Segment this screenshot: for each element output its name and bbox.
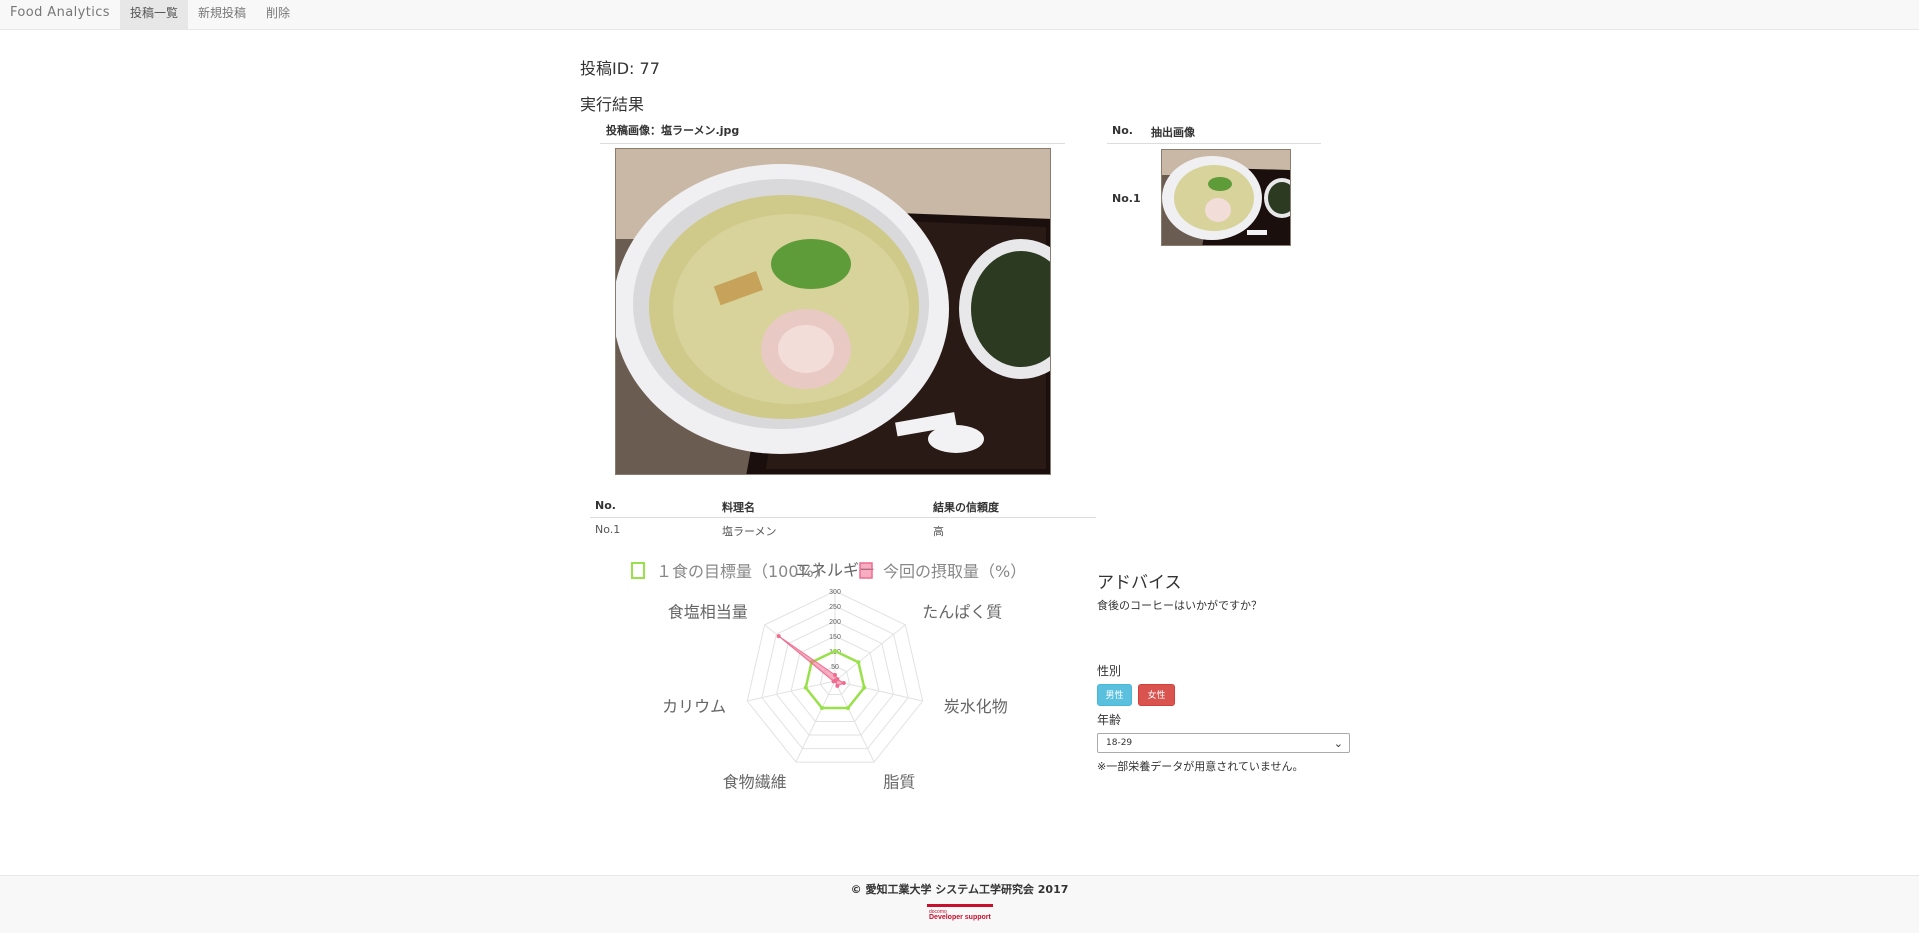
advice-heading: アドバイス	[1097, 573, 1182, 593]
nutrition-radar-chart: 50100150200250300エネルギーたんぱく質炭水化物脂質食物繊維カリウ…	[620, 555, 1060, 820]
docomo-developer-support-logo[interactable]: docomo Developer support	[927, 904, 993, 921]
gender-label: 性別	[1097, 664, 1122, 678]
radar-point	[831, 679, 836, 684]
result-header-dish: 料理名	[722, 501, 755, 514]
footer-copyright: © 愛知工業大学 システム工学研究会 2017	[850, 883, 1069, 896]
result-row-confidence: 高	[933, 525, 944, 538]
nav-delete[interactable]: 削除	[256, 0, 300, 29]
advice-text: 食後のコーヒーはいかがですか？	[1097, 599, 1262, 612]
radar-point	[846, 706, 851, 711]
radar-axis-label: 食塩相当量	[668, 602, 748, 621]
radar-spoke	[834, 624, 906, 682]
brand-link[interactable]: Food Analytics	[0, 0, 120, 29]
radar-axis-label: カリウム	[662, 697, 726, 716]
radar-tick-label: 150	[829, 634, 841, 641]
radar-point	[776, 634, 781, 639]
extracted-image-thumbnail	[1161, 149, 1291, 246]
legend-intake-label: 今回の摂取量（%）	[883, 562, 1026, 581]
results-heading: 実行結果	[580, 95, 645, 114]
footer: © 愛知工業大学 システム工学研究会 2017 docomo Developer…	[0, 875, 1919, 933]
legend-intake-swatch	[859, 562, 873, 579]
extracted-table-header: No. 抽出画像	[1107, 122, 1321, 144]
table-row: No.1 塩ラーメン 高	[590, 518, 1096, 542]
radar-tick-label: 300	[829, 589, 841, 596]
result-row-dish: 塩ラーメン	[722, 525, 777, 538]
legend-target-label: １食の目標量（100%）	[656, 562, 830, 581]
extracted-images-table: No. 抽出画像 No.1	[1107, 122, 1321, 246]
radar-axis-label: 脂質	[883, 773, 915, 792]
result-header-no: No.	[595, 499, 616, 512]
radar-point	[841, 681, 846, 686]
nutrition-data-note: ※一部栄養データが用意されていません。	[1097, 760, 1304, 773]
extracted-header-image: 抽出画像	[1151, 126, 1195, 139]
age-select-value: 18-29	[1106, 738, 1133, 748]
radar-axis-label: たんぱく質	[922, 602, 1002, 621]
radar-spoke	[747, 680, 836, 702]
radar-point	[803, 685, 808, 690]
radar-tick-label: 50	[831, 664, 839, 671]
logo-main-text: Developer support	[929, 914, 992, 921]
radar-spoke	[834, 680, 923, 702]
navbar: Food Analytics 投稿一覧 新規投稿 削除	[0, 0, 1919, 30]
radar-point	[835, 683, 840, 688]
extracted-header-no: No.	[1112, 124, 1133, 137]
radar-tick-label: 250	[829, 604, 841, 611]
radar-axis-label: 炭水化物	[944, 697, 1008, 716]
radar-point	[862, 685, 867, 690]
radar-point	[833, 649, 837, 653]
legend-target-swatch	[631, 562, 645, 579]
result-row-no: No.1	[595, 523, 621, 536]
radar-series-intake	[778, 635, 845, 687]
extracted-row-no: No.1	[1112, 192, 1141, 205]
post-id-heading: 投稿ID: 77	[580, 59, 660, 78]
result-table: No. 料理名 結果の信頼度 No.1 塩ラーメン 高	[590, 494, 1096, 542]
female-button[interactable]: 女性	[1138, 684, 1175, 706]
nav-new-post[interactable]: 新規投稿	[188, 0, 256, 29]
posted-image-ramen	[615, 148, 1051, 475]
age-label: 年齢	[1097, 713, 1122, 727]
radar-svg: 50100150200250300エネルギーたんぱく質炭水化物脂質食物繊維カリウ…	[631, 560, 1026, 792]
age-select[interactable]: 18-29 ⌄	[1097, 733, 1350, 753]
nav-post-list[interactable]: 投稿一覧	[119, 0, 188, 29]
chevron-down-icon: ⌄	[1333, 737, 1343, 750]
radar-tick-label: 200	[829, 619, 841, 626]
radar-axis-label: 食物繊維	[723, 773, 787, 792]
male-button[interactable]: 男性	[1097, 684, 1132, 706]
radar-point	[819, 706, 824, 711]
posted-image-header: 投稿画像：塩ラーメン.jpg	[600, 122, 1065, 144]
result-header-confidence: 結果の信頼度	[933, 501, 999, 514]
radar-point	[833, 673, 837, 677]
result-table-header: No. 料理名 結果の信頼度	[590, 494, 1096, 518]
radar-point	[856, 660, 861, 665]
